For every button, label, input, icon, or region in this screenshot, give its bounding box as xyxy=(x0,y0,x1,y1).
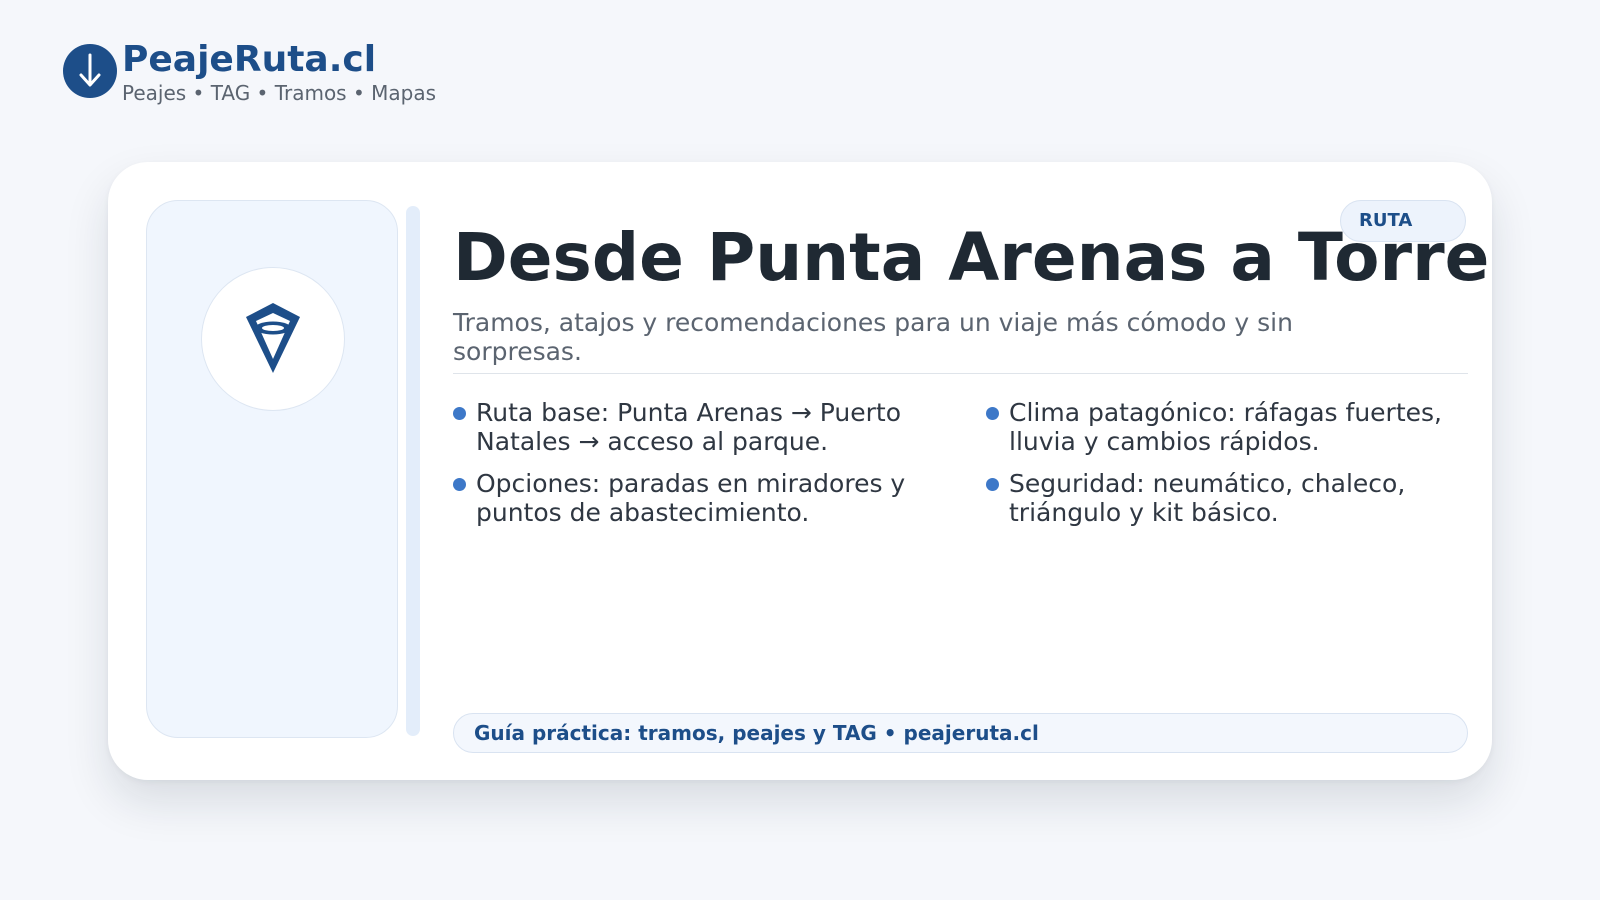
list-item-text: Clima patagónico: ráfagas fuertes, lluvi… xyxy=(1009,398,1442,456)
list-item-text: Ruta base: Punta Arenas → Puerto Natales… xyxy=(476,398,901,456)
bullet-list-left: Ruta base: Punta Arenas → Puerto Natales… xyxy=(453,398,933,540)
list-item: Seguridad: neumático, chaleco, triángulo… xyxy=(986,469,1446,527)
bullet-list-right: Clima patagónico: ráfagas fuertes, lluvi… xyxy=(986,398,1446,540)
route-card: RUTA Desde Punta Arenas a Torres del Pai… xyxy=(108,162,1492,780)
emblem-circle xyxy=(201,267,345,411)
accent-bar xyxy=(406,206,420,736)
list-item-text: Opciones: paradas en miradores y puntos … xyxy=(476,469,906,527)
page-subtitle: Tramos, atajos y recomendaciones para un… xyxy=(453,308,1293,366)
list-item: Ruta base: Punta Arenas → Puerto Natales… xyxy=(453,398,933,456)
list-item: Opciones: paradas en miradores y puntos … xyxy=(453,469,933,527)
location-pin-icon xyxy=(246,303,300,373)
page-title: Desde Punta Arenas a Torres del Paine xyxy=(453,219,1492,296)
list-item: Clima patagónico: ráfagas fuertes, lluvi… xyxy=(986,398,1446,456)
bullet-dot-icon xyxy=(986,478,999,491)
bullet-dot-icon xyxy=(986,407,999,420)
brand-name[interactable]: PeajeRuta.cl xyxy=(122,40,436,80)
bullet-dot-icon xyxy=(453,407,466,420)
bullet-dot-icon xyxy=(453,478,466,491)
side-panel xyxy=(146,200,398,738)
divider xyxy=(453,373,1468,374)
list-item-text: Seguridad: neumático, chaleco, triángulo… xyxy=(1009,469,1406,527)
arrow-down-icon[interactable] xyxy=(63,44,117,98)
brand-tagline: Peajes • TAG • Tramos • Mapas xyxy=(122,81,436,105)
brand-text: PeajeRuta.cl Peajes • TAG • Tramos • Map… xyxy=(122,40,436,106)
footer-pill[interactable]: Guía práctica: tramos, peajes y TAG • pe… xyxy=(453,713,1468,753)
brand-header: PeajeRuta.cl Peajes • TAG • Tramos • Map… xyxy=(63,40,436,106)
